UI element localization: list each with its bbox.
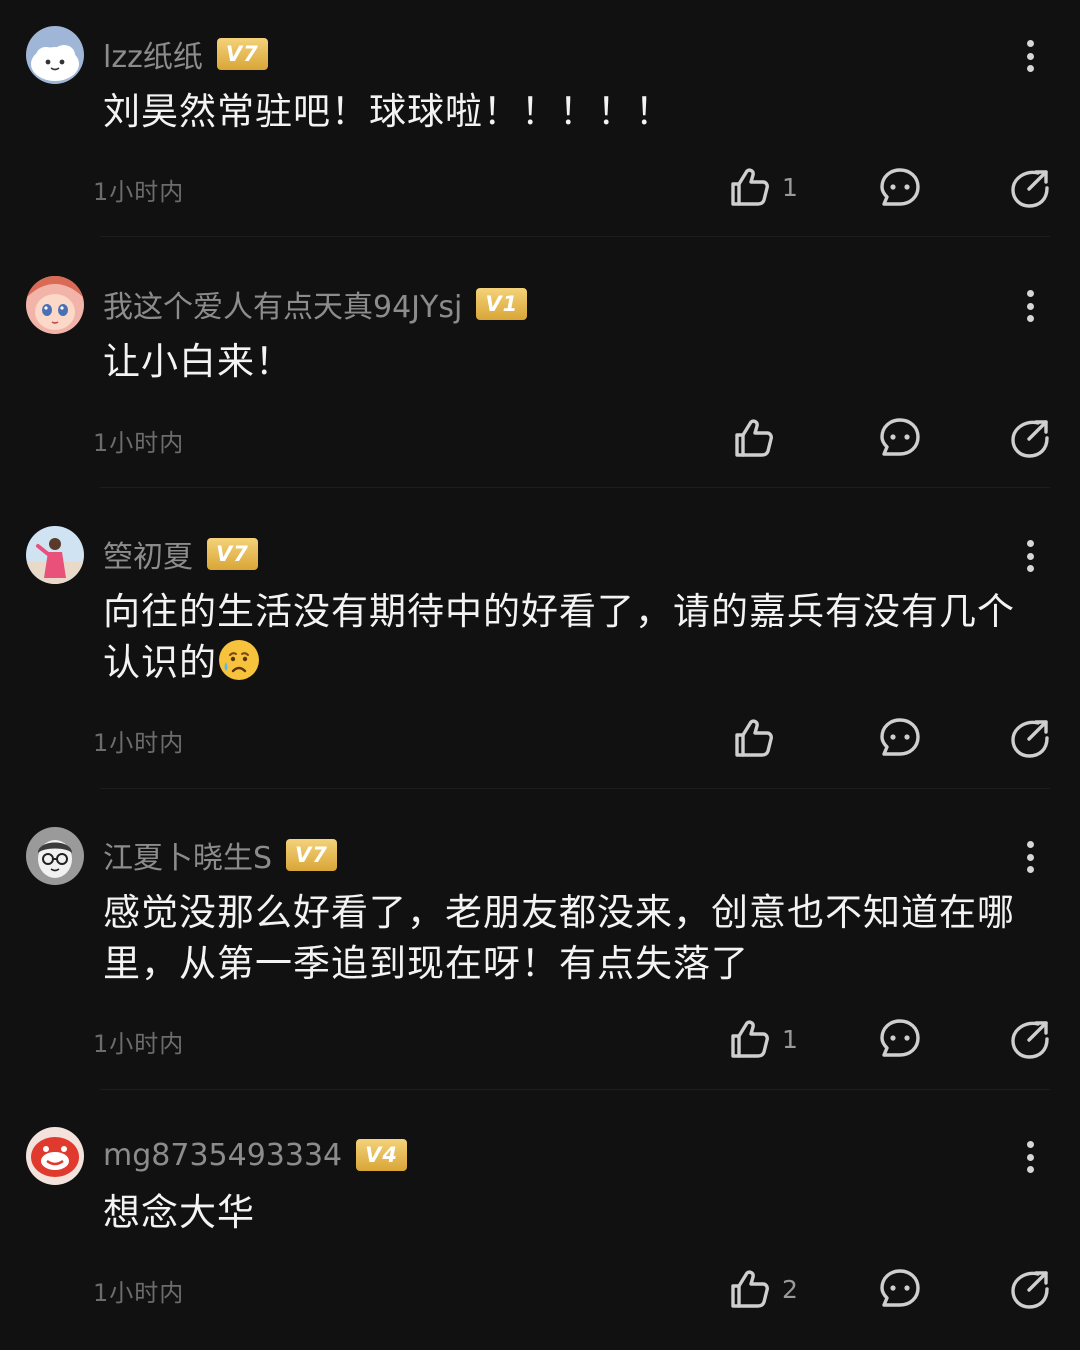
level-badge: V4 (356, 1139, 408, 1171)
comment-item: 我这个爱人有点天真94JYsj V1 让小白来！ 1小时内 (0, 250, 1080, 486)
comment-header: mg8735493334 V4 (103, 1135, 408, 1175)
username[interactable]: mg8735493334 (103, 1138, 342, 1173)
comment-header: 箜初夏 V7 (103, 532, 258, 576)
avatar[interactable] (26, 1127, 84, 1185)
comment-bubble-icon[interactable] (878, 716, 922, 760)
level-badge: V7 (216, 38, 268, 70)
comment-header: 我这个爱人有点天真94JYsj V1 (103, 282, 528, 326)
comment-time: 1小时内 (93, 729, 185, 757)
thumbs-up-icon (731, 1270, 769, 1308)
like-count: 1 (782, 172, 798, 202)
sad-tear-emoji (219, 640, 259, 680)
more-vertical-icon[interactable] (1018, 286, 1042, 326)
comment-text: 感觉没那么好看了，老朋友都没来，创意也不知道在哪里，从第一季追到现在呀！有点失落… (103, 891, 1015, 985)
like-count: 2 (782, 1274, 798, 1304)
comment-text: 想念大华 (103, 1191, 255, 1234)
avatar[interactable] (26, 526, 84, 584)
comment-item: mg8735493334 V4 想念大华 1小时内 2 (0, 1101, 1080, 1341)
comment-item: 箜初夏 V7 向往的生活没有期待中的好看了，请的嘉兵有没有几个认识的 1小时内 (0, 500, 1080, 788)
comment-bubble-icon[interactable] (878, 416, 922, 460)
comment-text: 向往的生活没有期待中的好看了，请的嘉兵有没有几个认识的 (103, 586, 1033, 688)
divider (100, 788, 1050, 789)
like-button[interactable] (732, 716, 786, 760)
divider (100, 487, 1050, 488)
avatar[interactable] (26, 827, 84, 885)
thumbs-up-icon (735, 419, 773, 457)
like-count: 1 (782, 1024, 798, 1054)
comment-text: 刘昊然常驻吧！球球啦！！！！！ (103, 90, 673, 133)
share-arrow-icon[interactable] (1008, 1267, 1052, 1311)
more-vertical-icon[interactable] (1018, 536, 1042, 576)
like-button[interactable]: 1 (728, 165, 798, 209)
divider (100, 1089, 1050, 1090)
comment-bubble-icon[interactable] (878, 1017, 922, 1061)
comment-time: 1小时内 (93, 429, 185, 457)
username[interactable]: 我这个爱人有点天真94JYsj (103, 282, 462, 326)
comment-item: 江夏卜晓生S V7 感觉没那么好看了，老朋友都没来，创意也不知道在哪里，从第一季… (0, 801, 1080, 1089)
share-arrow-icon[interactable] (1008, 1017, 1052, 1061)
username[interactable]: 江夏卜晓生S (103, 833, 272, 877)
like-button[interactable]: 2 (728, 1267, 798, 1311)
divider (100, 236, 1050, 237)
comment-time: 1小时内 (93, 178, 185, 206)
comment-time: 1小时内 (93, 1030, 185, 1058)
comment-bubble-icon[interactable] (878, 1267, 922, 1311)
share-arrow-icon[interactable] (1008, 416, 1052, 460)
share-arrow-icon[interactable] (1008, 166, 1052, 210)
like-button[interactable] (732, 416, 786, 460)
level-badge: V1 (476, 288, 528, 320)
like-button[interactable]: 1 (728, 1017, 798, 1061)
thumbs-up-icon (735, 719, 773, 757)
share-arrow-icon[interactable] (1008, 716, 1052, 760)
comment-time: 1小时内 (93, 1279, 185, 1307)
username[interactable]: lzz纸纸 (103, 32, 203, 76)
level-badge: V7 (207, 538, 258, 570)
avatar[interactable] (26, 26, 84, 84)
avatar[interactable] (26, 276, 84, 334)
comment-text: 让小白来！ (103, 340, 293, 383)
comment-header: lzz纸纸 V7 (103, 32, 268, 76)
more-vertical-icon[interactable] (1018, 36, 1042, 76)
more-vertical-icon[interactable] (1018, 837, 1042, 877)
username[interactable]: 箜初夏 (103, 532, 193, 576)
comment-item: lzz纸纸 V7 刘昊然常驻吧！球球啦！！！！！ 1小时内 1 (0, 0, 1080, 236)
thumbs-up-icon (731, 1020, 769, 1058)
comment-bubble-icon[interactable] (878, 166, 922, 210)
comment-header: 江夏卜晓生S V7 (103, 833, 337, 877)
level-badge: V7 (286, 839, 337, 871)
thumbs-up-icon (731, 168, 769, 206)
more-vertical-icon[interactable] (1018, 1137, 1042, 1177)
